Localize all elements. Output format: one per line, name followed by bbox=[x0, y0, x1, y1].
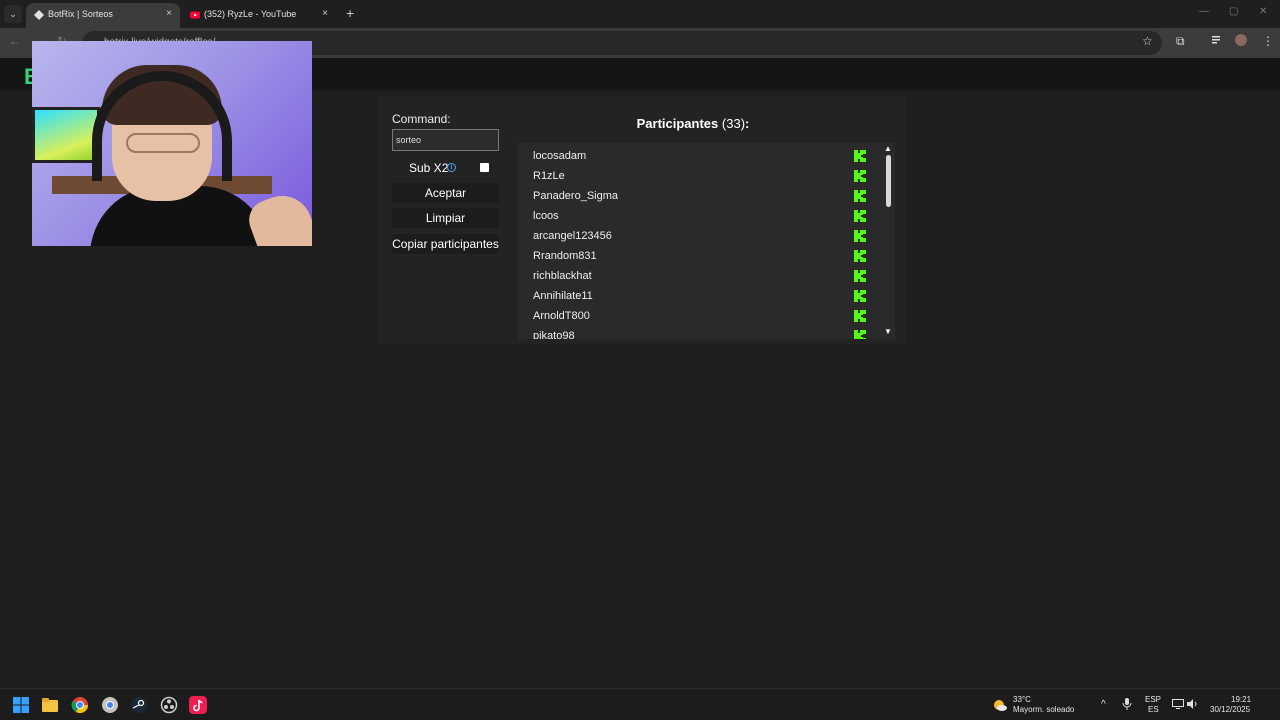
clock-time[interactable]: 19:21 bbox=[1231, 695, 1251, 704]
participants-heading: Participantes bbox=[636, 116, 719, 131]
microphone-icon[interactable] bbox=[1122, 698, 1132, 710]
volume-icon[interactable] bbox=[1187, 699, 1199, 709]
kick-platform-icon bbox=[854, 210, 866, 222]
tab-youtube[interactable]: (352) RyzLe - YouTube × bbox=[182, 3, 336, 28]
participant-row: pikato98 bbox=[518, 325, 884, 339]
participant-row: R1zLe bbox=[518, 165, 884, 185]
clock-date[interactable]: 30/12/2025 bbox=[1210, 705, 1250, 714]
kick-platform-icon bbox=[854, 290, 866, 302]
youtube-favicon-icon bbox=[190, 11, 200, 19]
webcam-glasses bbox=[126, 133, 200, 153]
steam-icon[interactable] bbox=[130, 696, 148, 714]
tab-botrix[interactable]: BotRix | Sorteos × bbox=[26, 3, 180, 28]
chrome-icon[interactable] bbox=[71, 696, 89, 714]
close-tab-icon[interactable]: × bbox=[322, 8, 328, 19]
participant-row: Panadero_Sigma bbox=[518, 185, 884, 205]
kick-platform-icon bbox=[854, 270, 866, 282]
network-icon[interactable] bbox=[1172, 699, 1184, 709]
tab-strip: ⌄ BotRix | Sorteos × (352) RyzLe - YouTu… bbox=[0, 0, 1280, 28]
participant-name: Annihilate11 bbox=[533, 290, 593, 302]
sub-x2-checkbox[interactable] bbox=[480, 163, 489, 172]
windows-start-icon[interactable] bbox=[12, 696, 30, 714]
participant-name: Panadero_Sigma bbox=[533, 190, 619, 202]
kick-platform-icon bbox=[854, 250, 866, 262]
command-label: Command: bbox=[392, 112, 451, 126]
tab-title: (352) RyzLe - YouTube bbox=[204, 9, 297, 19]
weather-temp: 33°C bbox=[1013, 695, 1031, 704]
accept-button[interactable]: Aceptar bbox=[392, 183, 499, 203]
participant-row: richblackhat bbox=[518, 265, 884, 285]
kick-platform-icon bbox=[854, 150, 866, 162]
participant-name: arcangel123456 bbox=[533, 230, 612, 242]
weather-sun-icon[interactable] bbox=[992, 697, 1008, 713]
participant-name: lcoos bbox=[533, 210, 559, 222]
participants-count: (33) bbox=[721, 116, 746, 131]
participant-name: Rrandom831 bbox=[533, 250, 597, 262]
participants-colon: : bbox=[745, 116, 750, 131]
chrome-canary-icon[interactable] bbox=[101, 696, 119, 714]
tab-search-button[interactable]: ⌄ bbox=[4, 5, 22, 23]
participant-name: R1zLe bbox=[533, 170, 565, 182]
back-icon[interactable]: ← bbox=[9, 34, 21, 48]
participant-row: lcoos bbox=[518, 205, 884, 225]
profile-avatar[interactable] bbox=[1235, 34, 1247, 46]
participant-row: arcangel123456 bbox=[518, 225, 884, 245]
extensions-icon[interactable]: ⧉ bbox=[1176, 34, 1185, 49]
participant-name: richblackhat bbox=[533, 270, 592, 282]
kick-platform-icon bbox=[854, 230, 866, 242]
clear-button[interactable]: Limpiar bbox=[392, 208, 499, 228]
maximize-icon[interactable]: ▢ bbox=[1229, 6, 1238, 17]
participant-row: ArnoldT800 bbox=[518, 305, 884, 325]
copy-participants-button[interactable]: Copiar participantes bbox=[392, 234, 499, 254]
bookmark-star-icon[interactable]: ☆ bbox=[1142, 34, 1153, 48]
participants-title: Participantes (33): bbox=[518, 116, 868, 131]
obs-icon[interactable] bbox=[160, 696, 178, 714]
command-input[interactable] bbox=[392, 129, 499, 151]
scroll-up-arrow-icon[interactable]: ▲ bbox=[884, 144, 892, 153]
participant-name: locosadam bbox=[533, 150, 587, 162]
kick-platform-icon bbox=[854, 310, 866, 322]
scroll-down-arrow-icon[interactable]: ▼ bbox=[884, 327, 892, 336]
minimize-icon[interactable]: — bbox=[1199, 6, 1209, 17]
weather-desc: Mayorm. soleado bbox=[1013, 705, 1075, 714]
participants-list[interactable]: locosadam R1zLe Panadero_Sigmalcoos arcange… bbox=[518, 143, 895, 339]
participant-row: locosadam bbox=[518, 145, 884, 165]
close-tab-icon[interactable]: × bbox=[166, 8, 172, 19]
info-icon[interactable]: i bbox=[447, 163, 456, 172]
keyboard-layout[interactable]: ES bbox=[1148, 705, 1159, 714]
chrome-menu-icon[interactable]: ⋮ bbox=[1262, 34, 1274, 48]
kick-platform-icon bbox=[854, 170, 866, 182]
windows-taskbar: 33°C Mayorm. soleado ^ ESP ES 19:21 30/1… bbox=[0, 688, 1280, 720]
kick-platform-icon bbox=[854, 330, 866, 339]
kick-platform-icon bbox=[854, 190, 866, 202]
file-explorer-icon[interactable] bbox=[41, 696, 59, 714]
webcam-monitor bbox=[32, 107, 100, 163]
tiktok-icon[interactable] bbox=[189, 696, 207, 714]
media-control-icon[interactable] bbox=[1211, 34, 1223, 46]
participant-name: ArnoldT800 bbox=[533, 310, 590, 322]
new-tab-button[interactable]: + bbox=[346, 5, 354, 21]
webcam-hand bbox=[243, 187, 312, 246]
participant-row: Rrandom831 bbox=[518, 245, 884, 265]
tray-overflow-chevron-icon[interactable]: ^ bbox=[1101, 699, 1106, 710]
close-window-icon[interactable]: ✕ bbox=[1259, 6, 1267, 17]
tab-title: BotRix | Sorteos bbox=[48, 9, 113, 19]
participant-name: pikato98 bbox=[533, 330, 575, 339]
scrollbar-thumb[interactable] bbox=[886, 155, 891, 207]
participant-row: Annihilate11 bbox=[518, 285, 884, 305]
language-indicator[interactable]: ESP bbox=[1145, 695, 1161, 704]
webcam-overlay bbox=[32, 41, 312, 246]
botrix-favicon-icon bbox=[34, 10, 44, 20]
sub-x2-label: Sub X2 bbox=[409, 161, 449, 175]
